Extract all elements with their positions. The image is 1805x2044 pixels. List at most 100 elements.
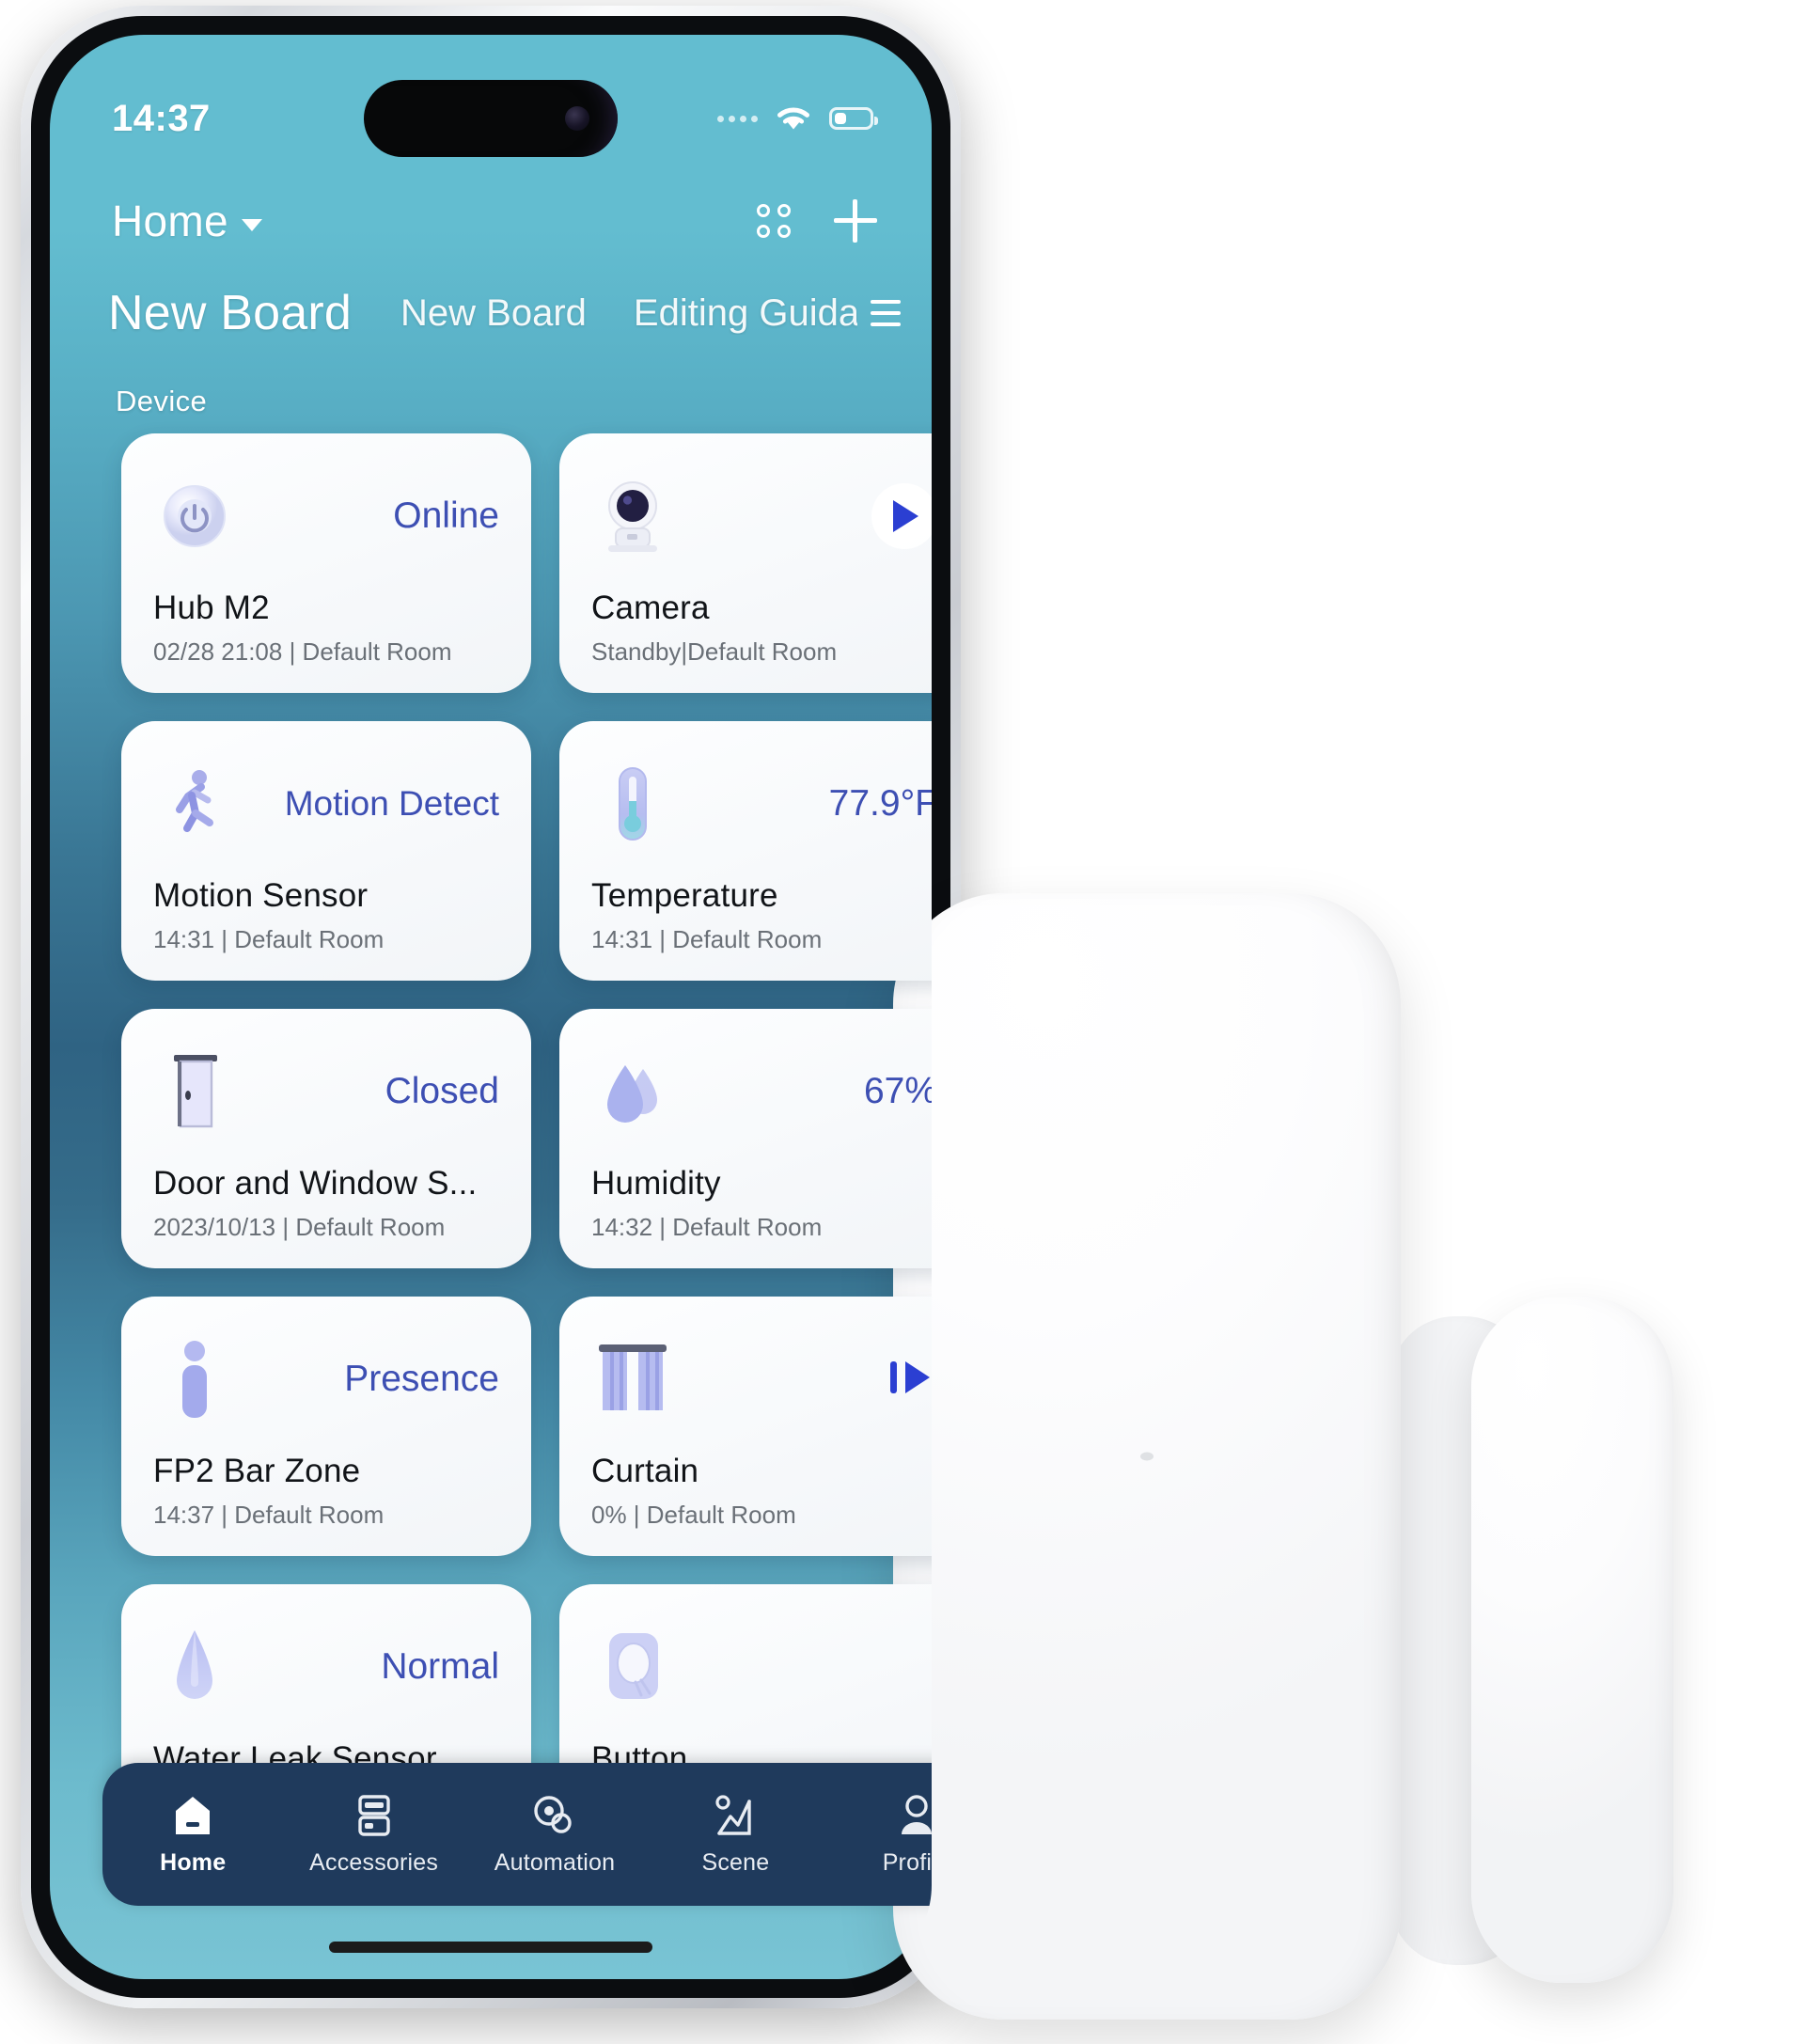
- board-tab-3[interactable]: Editing Guida: [634, 292, 857, 335]
- device-name: Motion Sensor: [153, 877, 369, 914]
- device-card-temperature[interactable]: 77.9°F Temperature 14:31 | Default Room: [559, 721, 932, 981]
- card-header: Normal: [153, 1618, 499, 1716]
- signal-dots-icon: [717, 115, 758, 122]
- card-footer: Motion Sensor 14:31 | Default Room: [153, 877, 499, 954]
- device-name: FP2 Bar Zone: [153, 1453, 361, 1489]
- status-bar-clock: 14:37: [112, 97, 211, 139]
- section-label-device: Device: [116, 385, 208, 417]
- device-state: Presence: [344, 1359, 499, 1399]
- card-header: Closed: [153, 1043, 499, 1140]
- device-state: 67%: [863, 1071, 932, 1111]
- automation-icon: [532, 1792, 577, 1837]
- card-header: Presence: [153, 1330, 499, 1428]
- home-selector-label: Home: [112, 197, 228, 245]
- door-window-sensor-body: [893, 893, 1401, 2020]
- hub-icon: [153, 475, 236, 558]
- water-drop-icon: [591, 1050, 674, 1133]
- device-meta: 14:31 | Default Room: [591, 925, 823, 953]
- curtain-open-icon[interactable]: [885, 1356, 932, 1404]
- device-name: Hub M2: [153, 590, 270, 626]
- home-indicator[interactable]: [329, 1942, 652, 1953]
- device-card-curtain[interactable]: Curtain 0% | Default Room: [559, 1297, 932, 1556]
- phone-screen: 14:37 Home New Board New Board Editing G…: [50, 35, 932, 1979]
- home-icon: [172, 1792, 213, 1837]
- device-meta: Standby|Default Room: [591, 637, 838, 666]
- phone-bezel: 14:37 Home New Board New Board Editing G…: [31, 16, 950, 1998]
- device-card-camera[interactable]: Camera Standby|Default Room: [559, 433, 932, 693]
- battery-icon: [829, 107, 878, 130]
- device-card-fp2-bar-zone[interactable]: Presence FP2 Bar Zone 14:37 | Default Ro…: [121, 1297, 531, 1556]
- profile-icon: [896, 1792, 932, 1837]
- card-footer: Curtain 0% | Default Room: [591, 1453, 932, 1530]
- device-card-door-window-sensor[interactable]: Closed Door and Window S... 2023/10/13 |…: [121, 1009, 531, 1268]
- tab-home[interactable]: Home: [102, 1792, 283, 1877]
- curtain-icon: [591, 1338, 674, 1421]
- device-state: Normal: [381, 1646, 499, 1687]
- motion-running-icon: [153, 763, 236, 845]
- device-card-humidity[interactable]: 67% Humidity 14:32 | Default Room: [559, 1009, 932, 1268]
- dynamic-island: [364, 80, 618, 157]
- device-meta: 02/28 21:08 | Default Room: [153, 637, 452, 666]
- board-tab-active[interactable]: New Board: [108, 285, 352, 341]
- device-meta: 0% | Default Room: [591, 1501, 796, 1529]
- tab-label: Scene: [701, 1849, 770, 1876]
- device-meta: 2023/10/13 | Default Room: [153, 1213, 446, 1241]
- card-footer: Humidity 14:32 | Default Room: [591, 1165, 932, 1242]
- device-card-motion-sensor[interactable]: Motion Detect Motion Sensor 14:31 | Defa…: [121, 721, 531, 981]
- tab-label: Accessories: [309, 1849, 439, 1876]
- tab-profile[interactable]: Profile: [826, 1792, 932, 1877]
- scene-icon: [714, 1792, 757, 1837]
- device-name: Temperature: [591, 877, 778, 914]
- accessories-icon: [353, 1792, 395, 1837]
- phone-device-frame: 14:37 Home New Board New Board Editing G…: [21, 6, 961, 2008]
- device-name: Camera: [591, 590, 710, 626]
- grid-view-icon[interactable]: [757, 204, 791, 238]
- play-icon[interactable]: [871, 483, 932, 549]
- tab-label: Automation: [494, 1849, 616, 1876]
- tab-label: Profile: [882, 1849, 932, 1876]
- round-button-icon: [591, 1626, 674, 1708]
- card-header: Motion Detect: [153, 755, 499, 853]
- tab-scene[interactable]: Scene: [645, 1792, 825, 1877]
- person-presence-icon: [153, 1338, 236, 1421]
- thermometer-icon: [591, 763, 674, 845]
- device-meta: 14:37 | Default Room: [153, 1501, 385, 1529]
- plus-icon[interactable]: [834, 199, 877, 243]
- card-header: 67%: [591, 1043, 932, 1140]
- chevron-down-icon: [241, 218, 262, 231]
- hamburger-menu-icon[interactable]: [870, 300, 901, 326]
- screenshot-root: 14:37 Home New Board New Board Editing G…: [0, 0, 1805, 2044]
- device-state: Online: [393, 495, 499, 536]
- bottom-tab-bar: Home Accessories Automation Scene Profi: [102, 1763, 932, 1906]
- card-header: 77.9°F: [591, 755, 932, 853]
- card-footer: Camera Standby|Default Room: [591, 590, 932, 667]
- door-window-sensor-magnet: [1471, 1297, 1673, 1983]
- device-card-grid: Online Hub M2 02/28 21:08 | Default Room: [121, 433, 932, 1844]
- board-tab-2[interactable]: New Board: [400, 292, 587, 335]
- card-footer: FP2 Bar Zone 14:37 | Default Room: [153, 1453, 499, 1530]
- device-meta: 14:32 | Default Room: [591, 1213, 823, 1241]
- header-actions: [757, 199, 877, 243]
- device-state: 77.9°F: [828, 783, 932, 824]
- leak-drop-icon: [153, 1626, 236, 1708]
- tab-accessories[interactable]: Accessories: [283, 1792, 463, 1877]
- card-header: [591, 467, 932, 565]
- device-card-hub[interactable]: Online Hub M2 02/28 21:08 | Default Room: [121, 433, 531, 693]
- device-meta: 14:31 | Default Room: [153, 925, 385, 953]
- app-header: Home: [50, 178, 932, 264]
- card-footer: Temperature 14:31 | Default Room: [591, 877, 932, 954]
- device-name: Curtain: [591, 1453, 699, 1489]
- device-name: Door and Window S...: [153, 1165, 478, 1202]
- door-icon: [153, 1050, 236, 1133]
- card-footer: Hub M2 02/28 21:08 | Default Room: [153, 590, 499, 667]
- tab-label: Home: [160, 1849, 227, 1876]
- device-state: Motion Detect: [284, 784, 499, 823]
- card-header: [591, 1330, 932, 1428]
- card-header: Online: [153, 467, 499, 565]
- card-footer: Door and Window S... 2023/10/13 | Defaul…: [153, 1165, 499, 1242]
- status-bar-indicators: [717, 104, 878, 133]
- home-selector[interactable]: Home: [112, 196, 262, 246]
- wifi-icon: [774, 104, 813, 133]
- tab-automation[interactable]: Automation: [464, 1792, 645, 1877]
- device-state: Closed: [385, 1071, 499, 1111]
